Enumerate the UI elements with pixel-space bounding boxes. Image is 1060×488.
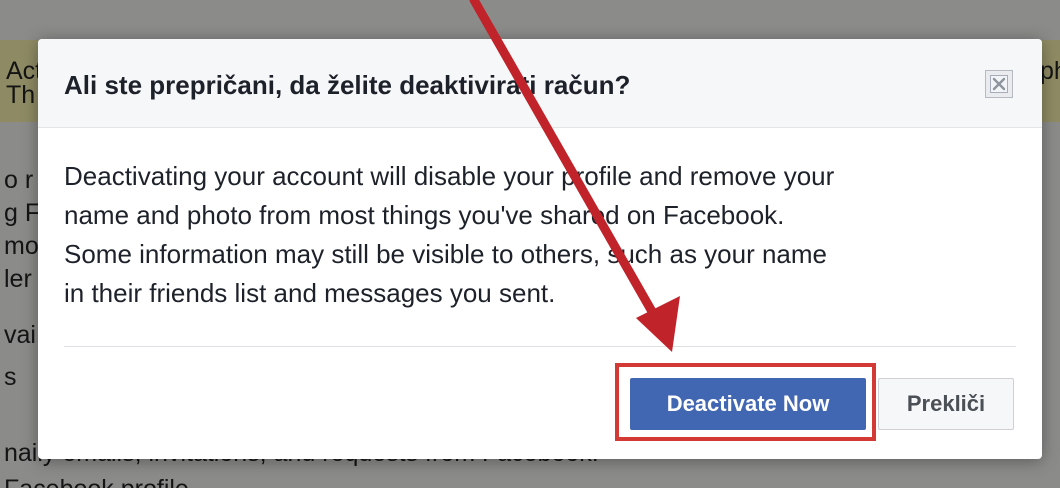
- bg-banner-text-3: ph: [1040, 57, 1060, 85]
- bg-text-line-4: ler: [4, 265, 32, 293]
- bg-text-line-1: o r: [4, 166, 34, 194]
- close-button[interactable]: [985, 70, 1013, 98]
- bg-text-line-2: g F: [4, 199, 41, 227]
- dialog-message-line: Deactivating your account will disable y…: [64, 161, 835, 191]
- bg-banner-text-2: Th: [6, 81, 36, 109]
- bg-text-line-8: Facebook profile: [4, 474, 189, 488]
- bg-text-line-5: vai: [4, 321, 36, 349]
- dialog-message-line: Some information may still be visible to…: [64, 239, 828, 269]
- dialog-divider: [64, 346, 1016, 347]
- deactivate-dialog: Ali ste prepričani, da želite deaktivira…: [38, 39, 1042, 459]
- deactivate-now-button[interactable]: Deactivate Now: [630, 378, 866, 430]
- bg-text-line-6: s: [4, 363, 17, 391]
- bg-text-line-3: mo: [4, 232, 39, 260]
- close-icon: [990, 75, 1008, 93]
- dialog-message: Deactivating your account will disable y…: [64, 157, 1024, 313]
- dialog-header: Ali ste prepričani, da želite deaktivira…: [38, 39, 1042, 128]
- dialog-message-line: name and photo from most things you've s…: [64, 200, 785, 230]
- cancel-button[interactable]: Prekliči: [878, 378, 1014, 430]
- dialog-message-line: in their friends list and messages you s…: [64, 278, 556, 308]
- dialog-title: Ali ste prepričani, da želite deaktivira…: [64, 70, 631, 100]
